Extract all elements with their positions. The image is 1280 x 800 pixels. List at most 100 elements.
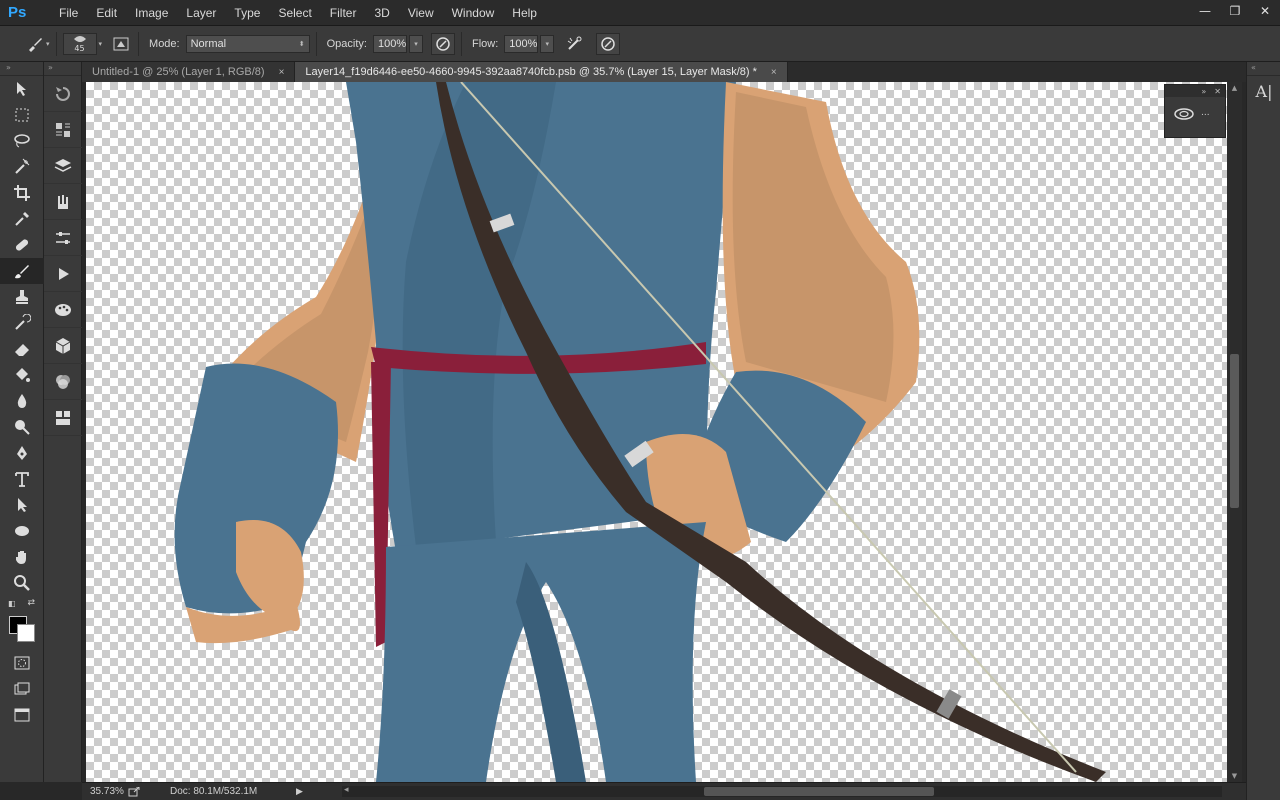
horizontal-scroll-thumb[interactable]	[704, 787, 934, 796]
minimize-button[interactable]: —	[1190, 0, 1220, 22]
layers-panel-button[interactable]	[44, 148, 82, 184]
quick-mask-button[interactable]	[0, 650, 44, 676]
tools-panel-collapse[interactable]: »	[0, 62, 43, 76]
channels-panel-button[interactable]	[44, 364, 82, 400]
document-canvas[interactable]	[86, 82, 1227, 782]
zoom-tool[interactable]	[0, 570, 44, 596]
3d-panel-button[interactable]	[44, 328, 82, 364]
preset-dropdown-icon[interactable]: ▾	[46, 40, 50, 48]
restore-button[interactable]: ❐	[1220, 0, 1250, 22]
more-options-icon[interactable]: ...	[1201, 108, 1210, 118]
healing-brush-tool[interactable]	[0, 232, 44, 258]
menu-3d[interactable]: 3D	[365, 0, 398, 26]
scroll-down-icon[interactable]: ▼	[1227, 770, 1242, 782]
opacity-input[interactable]: 100%	[372, 34, 407, 53]
float-panel-collapse[interactable]: »	[1201, 87, 1206, 96]
properties-panel-button[interactable]	[44, 400, 82, 436]
path-selection-tool[interactable]	[0, 492, 44, 518]
history-brush-tool[interactable]	[0, 310, 44, 336]
background-color-swatch[interactable]	[17, 624, 35, 642]
hand-tool[interactable]	[0, 544, 44, 570]
eraser-tool[interactable]	[0, 336, 44, 362]
pen-tool[interactable]	[0, 440, 44, 466]
dodge-tool[interactable]	[0, 414, 44, 440]
move-tool[interactable]	[0, 76, 44, 102]
menu-filter[interactable]: Filter	[321, 0, 366, 26]
move-icon	[17, 82, 26, 96]
lasso-icon	[14, 134, 30, 148]
brush-tool[interactable]	[0, 258, 44, 284]
crop-icon	[14, 185, 30, 201]
right-strip-collapse[interactable]: «	[1247, 62, 1280, 76]
brush-icon	[15, 265, 29, 279]
history-panel-button[interactable]	[44, 76, 82, 112]
screen-mode-button[interactable]	[0, 676, 44, 702]
brush-size-dropdown-icon[interactable]: ▾	[99, 40, 103, 48]
vertical-scrollbar[interactable]: ▲ ▼	[1227, 82, 1242, 782]
path-select-icon	[18, 498, 27, 512]
type-tool[interactable]	[0, 466, 44, 492]
float-panel-close-icon[interactable]: ✕	[1214, 87, 1221, 96]
actions-panel-button[interactable]	[44, 112, 82, 148]
flow-input[interactable]: 100%	[504, 34, 539, 53]
crop-tool[interactable]	[0, 180, 44, 206]
close-button[interactable]: ✕	[1250, 0, 1280, 22]
divider	[315, 31, 317, 56]
timeline-panel-button[interactable]	[44, 256, 82, 292]
divider	[55, 31, 57, 56]
quick-selection-tool[interactable]	[0, 154, 44, 180]
adjustments-panel-button[interactable]	[44, 220, 82, 256]
close-tab-icon[interactable]: ×	[771, 67, 777, 78]
float-panel-body: ...	[1165, 97, 1225, 129]
airbrush-icon[interactable]	[564, 33, 586, 55]
menu-edit[interactable]: Edit	[87, 0, 126, 26]
app-logo: Ps	[8, 4, 27, 21]
scroll-up-icon[interactable]: ▲	[1227, 82, 1242, 94]
horizontal-scrollbar[interactable]: ◂	[342, 784, 1222, 797]
brush-tool-preset-icon[interactable]	[24, 33, 46, 55]
pen-icon	[17, 446, 27, 460]
clone-stamp-tool[interactable]	[0, 284, 44, 310]
vertical-scroll-thumb[interactable]	[1230, 354, 1239, 508]
swatches-panel-button[interactable]	[44, 292, 82, 328]
brush-presets-icon	[58, 194, 68, 209]
menu-layer[interactable]: Layer	[177, 0, 225, 26]
blur-tool[interactable]	[0, 388, 44, 414]
menu-type[interactable]: Type	[225, 0, 269, 26]
brush-presets-panel-button[interactable]	[44, 184, 82, 220]
marquee-tool[interactable]	[0, 102, 44, 128]
tab-layer14[interactable]: Layer14_f19d6446-ee50-4660-9945-392aa874…	[295, 62, 788, 82]
brush-panel-icon[interactable]	[110, 33, 132, 55]
mode-select[interactable]: Normal ⬍	[185, 34, 310, 53]
lasso-tool[interactable]	[0, 128, 44, 154]
flow-slider-button[interactable]: ▾	[540, 34, 555, 53]
palette-strip-collapse[interactable]: »	[44, 62, 81, 76]
menu-help[interactable]: Help	[503, 0, 546, 26]
brush-size-picker[interactable]: 45	[62, 32, 97, 55]
swap-colors-icon[interactable]: ⇄	[27, 598, 35, 608]
eyedropper-tool[interactable]	[0, 206, 44, 232]
creative-cloud-icon[interactable]	[1173, 105, 1195, 121]
paint-bucket-icon	[16, 368, 30, 382]
status-menu-icon[interactable]: ▶	[296, 786, 303, 797]
character-panel-icon[interactable]: A|	[1247, 76, 1280, 106]
menu-view[interactable]: View	[399, 0, 443, 26]
tab-untitled-1[interactable]: Untitled-1 @ 25% (Layer 1, RGB/8) ×	[82, 62, 296, 82]
zoom-level[interactable]: 35.73%	[82, 786, 128, 797]
paint-bucket-tool[interactable]	[0, 362, 44, 388]
sliders-icon	[56, 231, 70, 244]
size-pressure-toggle[interactable]	[596, 32, 621, 55]
menu-file[interactable]: File	[50, 0, 87, 26]
magnifier-icon	[14, 575, 30, 591]
close-tab-icon[interactable]: ×	[279, 67, 285, 78]
default-colors-icon[interactable]: ◧	[8, 599, 16, 608]
menu-image[interactable]: Image	[126, 0, 177, 26]
scroll-left-icon[interactable]: ◂	[344, 784, 349, 795]
shape-tool[interactable]	[0, 518, 44, 544]
menu-window[interactable]: Window	[443, 0, 504, 26]
artboard-button[interactable]	[0, 702, 44, 728]
opacity-pressure-toggle[interactable]	[430, 32, 455, 55]
export-icon[interactable]	[128, 786, 140, 797]
menu-select[interactable]: Select	[269, 0, 320, 26]
opacity-slider-button[interactable]: ▾	[408, 34, 423, 53]
